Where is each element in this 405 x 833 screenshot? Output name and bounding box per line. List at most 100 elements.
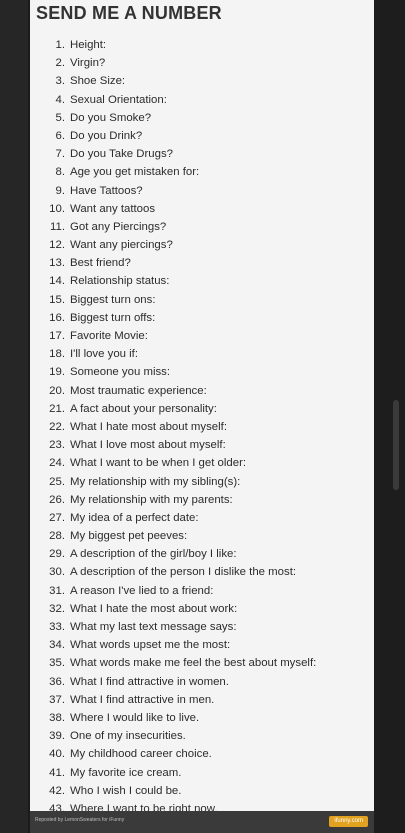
question-list: 1. Height: 2. Virgin? 3. Shoe Size: 4. Sexual O… <box>30 36 374 833</box>
item-number: 29. <box>49 548 65 561</box>
item-text: Age you get mistaken for: <box>70 166 200 179</box>
list-item: 28. My biggest pet peeves: <box>30 527 374 545</box>
item-number: 26. <box>49 493 65 506</box>
item-text: Got any Piercings? <box>70 220 167 233</box>
right-background-band <box>373 0 405 833</box>
list-item: 19. Someone you miss: <box>30 363 374 381</box>
list-item: 7. Do you Take Drugs? <box>30 145 374 163</box>
item-text: Someone you miss: <box>70 366 171 379</box>
list-item: 4. Sexual Orientation: <box>30 91 374 109</box>
list-item: 14. Relationship status: <box>30 272 374 290</box>
item-number: 40. <box>49 748 65 761</box>
list-item: 40. My childhood career choice. <box>30 745 374 763</box>
item-number: 16. <box>49 311 65 324</box>
list-item: 29. A description of the girl/boy I like: <box>30 545 374 563</box>
list-item: 17. Favorite Movie: <box>30 327 374 345</box>
item-number: 30. <box>49 566 65 579</box>
item-number: 33. <box>49 621 65 633</box>
item-text: Virgin? <box>70 57 106 70</box>
item-number: 13. <box>49 257 65 270</box>
item-number: 34. <box>49 639 65 652</box>
item-text: Have Tattoos? <box>70 184 143 197</box>
list-item: 30. A description of the person I dislike… <box>30 563 374 581</box>
list-item: 38. Where I would like to live. <box>30 709 374 727</box>
item-text: What I want to be when I get older: <box>70 457 247 470</box>
list-item: 9. Have Tattoos? <box>30 182 374 200</box>
list-item: 37. What I find attractive in men. <box>30 691 374 709</box>
list-item: 16. Biggest turn offs: <box>30 309 374 327</box>
item-text: One of my insecurities. <box>70 730 186 743</box>
item-text: What I find attractive in women. <box>70 675 229 688</box>
item-text: What words upset me the most: <box>70 639 231 652</box>
item-number: 8. <box>55 166 66 179</box>
item-text: What I find attractive in men. <box>70 693 215 706</box>
item-number: 7. <box>55 148 66 161</box>
list-item: 18. I'll love you if: <box>30 345 374 363</box>
list-item: 27. My idea of a perfect date: <box>30 509 374 527</box>
list-item: 23. What I love most about myself: <box>30 436 374 454</box>
scroll-handle[interactable] <box>393 400 399 490</box>
list-item: 20. Most traumatic experience: <box>30 382 374 400</box>
page-title: SEND ME A NUMBER <box>36 3 222 23</box>
item-text: Height: <box>70 39 107 51</box>
watermark-bar: Reposted by LemonSweaters for iFunny ifu… <box>30 811 374 833</box>
item-number: 21. <box>49 402 65 415</box>
item-text: Want any piercings? <box>70 239 173 252</box>
item-text: Favorite Movie: <box>70 330 148 342</box>
list-item: 39. One of my insecurities. <box>30 727 374 745</box>
question-sheet: SEND ME A NUMBER 1. Height: 2. Virgin? 3. Sho… <box>30 0 374 833</box>
list-item: 15. Biggest turn ons: <box>30 291 374 309</box>
item-text: Do you Smoke? <box>70 111 152 124</box>
item-number: 27. <box>49 511 65 524</box>
item-text: Biggest turn offs: <box>70 311 156 324</box>
list-item: 25. My relationship with my sibling(s): <box>30 473 374 491</box>
item-number: 19. <box>49 366 65 379</box>
list-item: 5. Do you Smoke? <box>30 109 374 127</box>
list-item: 24. What I want to be when I get older: <box>30 454 374 472</box>
list-item: 26. My relationship with my parents: <box>30 491 374 509</box>
left-background-band <box>0 0 28 833</box>
item-number: 39. <box>49 730 65 743</box>
item-number: 41. <box>49 766 65 779</box>
item-number: 35. <box>49 657 65 670</box>
list-item: 34. What words upset me the most: <box>30 636 374 654</box>
item-number: 6. <box>55 129 66 142</box>
item-text: Want any tattoos <box>70 202 156 215</box>
item-number: 14. <box>49 275 65 288</box>
item-text: What words make me feel the best about m… <box>70 657 317 670</box>
item-number: 15. <box>49 293 65 306</box>
list-item: 12. Want any piercings? <box>30 236 374 254</box>
list-item: 8. Age you get mistaken for: <box>30 163 374 181</box>
watermark-credit: Reposted by LemonSweaters for iFunny <box>35 817 125 823</box>
item-text: What my last text message says: <box>70 621 237 633</box>
item-text: Do you Take Drugs? <box>70 148 173 161</box>
list-item: 33. What my last text message says: <box>30 618 374 636</box>
item-text: Shoe Size: <box>70 75 126 88</box>
item-number: 28. <box>49 530 65 543</box>
item-text: My biggest pet peeves: <box>70 530 188 543</box>
list-item: 11. Got any Piercings? <box>30 218 374 236</box>
item-number: 2. <box>55 57 66 70</box>
item-number: 37. <box>49 693 65 706</box>
item-text: Biggest turn ons: <box>70 293 156 306</box>
watermark-logo: ifunny.com <box>329 816 368 827</box>
item-text: My idea of a perfect date: <box>70 511 199 524</box>
item-number: 18. <box>49 348 65 361</box>
item-number: 22. <box>49 420 65 433</box>
item-number: 25. <box>49 475 65 488</box>
item-text: Relationship status: <box>70 275 170 288</box>
list-item: 41. My favorite ice cream. <box>30 764 374 782</box>
item-number: 31. <box>49 584 65 597</box>
list-item: 10. Want any tattoos <box>30 200 374 218</box>
item-number: 11. <box>50 220 65 233</box>
item-number: 1. <box>55 39 66 51</box>
item-text: My favorite ice cream. <box>70 766 182 779</box>
item-number: 5. <box>55 111 66 124</box>
item-number: 17. <box>49 330 65 342</box>
item-text: Where I would like to live. <box>70 711 200 724</box>
list-item: 6. Do you Drink? <box>30 127 374 145</box>
item-number: 36. <box>49 675 65 688</box>
item-text: A description of the girl/boy I like: <box>70 548 237 561</box>
item-number: 12. <box>49 239 65 252</box>
item-text: What I love most about myself: <box>70 439 226 452</box>
